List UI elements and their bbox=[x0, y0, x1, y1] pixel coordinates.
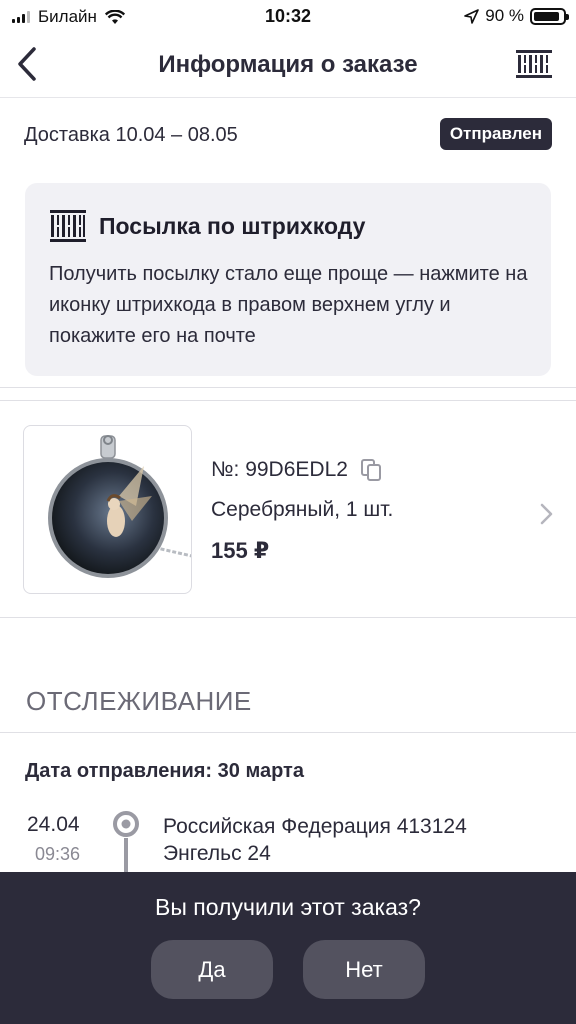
event-date: 24.04 bbox=[27, 813, 80, 836]
barcode-info-card: Посылка по штрихкоду Получить посылку ст… bbox=[25, 183, 551, 376]
order-number-text: №: 99D6EDL2 bbox=[211, 458, 348, 481]
copy-icon[interactable] bbox=[360, 458, 382, 482]
yes-button[interactable]: Да bbox=[151, 940, 273, 999]
battery-icon bbox=[530, 7, 569, 25]
ship-date: Дата отправления: 30 марта bbox=[25, 760, 304, 782]
status-badge: Отправлен bbox=[439, 118, 552, 150]
barcode-button[interactable] bbox=[514, 44, 554, 84]
delivery-range: Доставка 10.04 – 08.05 bbox=[24, 124, 238, 146]
receipt-question: Вы получили этот заказ? bbox=[155, 894, 421, 920]
status-bar: Билайн 10:32 90 % bbox=[0, 0, 576, 32]
no-button[interactable]: Нет bbox=[303, 940, 425, 999]
product-price: 155 ₽ bbox=[211, 538, 270, 563]
product-variant: Серебряный, 1 шт. bbox=[211, 498, 394, 521]
card-title: Посылка по штрихкоду bbox=[99, 213, 366, 239]
battery-level bbox=[534, 11, 560, 21]
confirm-receipt-sheet: Вы получили этот заказ? Да Нет bbox=[0, 872, 576, 1024]
status-right: 90 % bbox=[464, 6, 569, 26]
battery-percent: 90 % bbox=[485, 6, 524, 25]
page-title: Информация о заказе bbox=[158, 51, 418, 78]
card-text: Получить посылку стало еще проще — нажми… bbox=[49, 263, 528, 347]
barcode-icon bbox=[50, 210, 86, 242]
product-image bbox=[23, 425, 192, 594]
product-row[interactable]: №: 99D6EDL2 Серебряный, 1 шт. 155 ₽ bbox=[0, 402, 576, 618]
event-location-line2: Энгельс 24 bbox=[163, 842, 271, 865]
nav-bar: Информация о заказе bbox=[0, 32, 576, 98]
event-location-line1: Российская Федерация 413124 bbox=[163, 815, 467, 838]
event-location: Российская Федерация 413124 Энгельс 24 bbox=[163, 813, 467, 867]
order-number: №: 99D6EDL2 bbox=[211, 458, 382, 482]
pendant-image bbox=[48, 435, 191, 578]
timeline-dot-icon bbox=[113, 811, 139, 837]
chevron-right-icon[interactable] bbox=[540, 502, 554, 526]
tracking-title: ОТСЛЕЖИВАНИЕ bbox=[26, 686, 252, 716]
location-arrow-icon bbox=[464, 8, 480, 24]
event-time: 09:36 bbox=[35, 844, 81, 864]
section-divider bbox=[0, 387, 576, 401]
